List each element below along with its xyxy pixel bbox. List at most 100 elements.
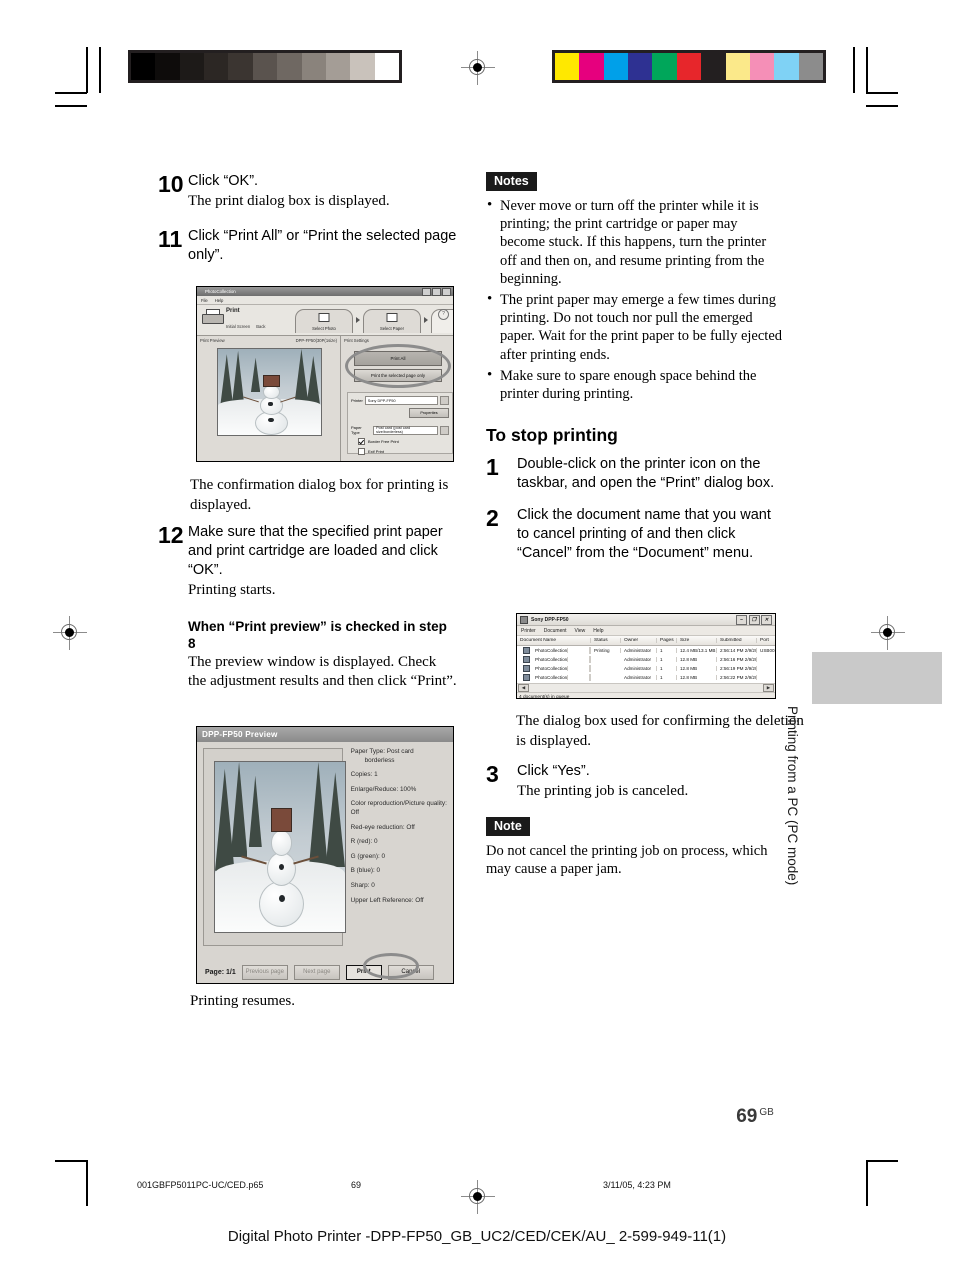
wizard-back-button[interactable]: Back bbox=[256, 324, 265, 329]
note-item: Never move or turn off the printer while… bbox=[486, 196, 786, 288]
printer-icon bbox=[201, 309, 224, 325]
wizard-menu-file[interactable]: File bbox=[201, 298, 208, 303]
scroll-right-arrow-icon[interactable]: ▶ bbox=[763, 684, 774, 692]
maximize-button[interactable]: ❐ bbox=[748, 614, 760, 625]
row-document-name: PhotoCollection bbox=[532, 657, 569, 662]
border-free-print-checkbox[interactable]: Border Free Print bbox=[358, 438, 452, 445]
column-header-owner[interactable]: Owner bbox=[621, 638, 657, 643]
column-header-port[interactable]: Port bbox=[757, 638, 775, 643]
queue-menu-printer[interactable]: Printer bbox=[521, 628, 536, 634]
color-patch-9 bbox=[774, 53, 799, 80]
table-row[interactable]: PhotoCollection Administrator 1 12.8 MB … bbox=[517, 673, 775, 682]
properties-button[interactable]: Properties bbox=[409, 408, 449, 418]
step-12: 12 Make sure that the specified print pa… bbox=[158, 523, 458, 691]
tab-select-photo[interactable]: Select Photo bbox=[295, 309, 353, 333]
preview-setting-green: G (green): 0 bbox=[350, 852, 386, 860]
section-title-to-stop-printing: To stop printing bbox=[486, 425, 618, 446]
next-page-button[interactable]: Next page bbox=[293, 964, 340, 980]
color-patch-7 bbox=[725, 53, 750, 80]
step-12-title: Make sure that the specified print paper… bbox=[188, 524, 443, 578]
column-header-pages[interactable]: Pages bbox=[657, 638, 677, 643]
tab-select-paper[interactable]: Select Paper bbox=[363, 309, 421, 333]
crop-mark-top-left-tick2 bbox=[99, 47, 101, 93]
color-patch-8 bbox=[749, 53, 775, 80]
row-status: Printing bbox=[591, 648, 621, 653]
wizard-preview-panel: Print Preview DPP-FP50(30P(1size) bbox=[197, 336, 341, 461]
stop-step-3: 3 Click “Yes”. The printing job is cance… bbox=[486, 762, 786, 801]
footer-title-line: Digital Photo Printer -DPP-FP50_GB_UC2/C… bbox=[227, 1228, 727, 1245]
printer-row: Printer Sony DPP-FP50 bbox=[348, 393, 452, 405]
row-pages: 1 bbox=[657, 675, 677, 680]
minimize-button[interactable]: – bbox=[736, 614, 747, 625]
table-row[interactable]: PhotoCollection Administrator 1 12.8 MB … bbox=[517, 664, 775, 673]
preview-setting-red: R (red): 0 bbox=[350, 838, 378, 846]
row-port: USB001 bbox=[760, 648, 775, 653]
paper-type-label: Paper Type bbox=[351, 425, 362, 435]
row-size: 12.8 MB bbox=[677, 675, 717, 680]
stop-step-2-title: Click the document name that you want to… bbox=[517, 507, 771, 562]
queue-menu-bar: Printer Document View Help bbox=[517, 626, 775, 636]
color-calibration-bar bbox=[552, 50, 826, 83]
side-tab-label: Printing from a PC (PC mode) bbox=[785, 706, 800, 886]
wizard-menu-help[interactable]: Help bbox=[215, 298, 224, 303]
help-icon[interactable]: ? bbox=[438, 309, 449, 320]
wizard-initial-screen-button[interactable]: Initial Screen bbox=[226, 324, 250, 329]
table-row[interactable]: PhotoCollection Printing Administrator 1… bbox=[517, 646, 775, 655]
step-11-after-text: The confirmation dialog box for printing… bbox=[190, 477, 449, 513]
preview-photo bbox=[214, 761, 346, 933]
row-document-name: PhotoCollection bbox=[532, 648, 569, 653]
printer-dropdown-icon[interactable] bbox=[440, 396, 449, 405]
tab-select-paper-label: Select Paper bbox=[380, 326, 404, 331]
column-header-size[interactable]: Size bbox=[677, 638, 717, 643]
wizard-settings-box: Printer Sony DPP-FP50 Properties Paper T… bbox=[347, 392, 453, 455]
checkbox-checked-icon bbox=[358, 438, 365, 445]
wizard-preview-panel-head: Print Preview DPP-FP50(30P(1size) bbox=[197, 336, 340, 343]
margin-position-pad[interactable] bbox=[453, 406, 454, 427]
stop-step-2: 2 Click the document name that you want … bbox=[486, 506, 786, 563]
printer-select[interactable]: Sony DPP-FP50 bbox=[364, 396, 438, 405]
screenshot-print-queue: Sony DPP-FP50 – ❐ ✕ Printer Document Vie… bbox=[516, 613, 776, 699]
step-10: 10 Click “OK”. The print dialog box is d… bbox=[158, 172, 458, 211]
queue-status-bar: 4 document(s) in queue bbox=[517, 692, 775, 698]
paper-type-select[interactable]: Post card (post card size/borderless) bbox=[373, 425, 439, 435]
wizard-header-bar: Print Initial Screen Back Select Photo S… bbox=[197, 305, 453, 336]
queue-menu-view[interactable]: View bbox=[575, 628, 586, 634]
exif-print-checkbox[interactable]: Exif Print bbox=[358, 448, 452, 455]
color-patch-4 bbox=[652, 53, 677, 80]
stop-step-2-after-text: The dialog box used for confirming the d… bbox=[516, 713, 804, 749]
preview-setting-copies: Copies: 1 bbox=[350, 771, 378, 779]
crop-mark-top-right-vertical bbox=[866, 47, 868, 93]
horizontal-scrollbar[interactable]: ◀ ▶ bbox=[517, 683, 775, 692]
stop-step-3-number: 3 bbox=[486, 761, 499, 787]
tab-arrow-2-icon bbox=[424, 316, 428, 323]
queue-menu-document[interactable]: Document bbox=[544, 628, 567, 634]
row-submitted: 2:56:16 PM 2/9/2005 bbox=[717, 657, 757, 662]
margin-checkbox[interactable]: Margin bbox=[453, 391, 454, 398]
wizard-preview-format: DPP-FP50(30P(1size) bbox=[295, 338, 337, 343]
gray-patch-6 bbox=[277, 53, 302, 80]
wizard-menu-bar: File Help bbox=[197, 296, 453, 305]
grayscale-calibration-bar bbox=[128, 50, 402, 83]
document-icon bbox=[523, 674, 530, 681]
paper-type-dropdown-icon[interactable] bbox=[440, 425, 449, 435]
footer-timestamp: 3/11/05, 4:23 PM bbox=[603, 1180, 671, 1190]
previous-page-button[interactable]: Previous page bbox=[241, 964, 288, 980]
table-row[interactable]: PhotoCollection Administrator 1 12.8 MB … bbox=[517, 655, 775, 664]
column-header-status[interactable]: Status bbox=[591, 638, 621, 643]
queue-menu-help[interactable]: Help bbox=[593, 628, 603, 634]
page-number: 69 GB bbox=[700, 1106, 810, 1128]
gray-patch-5 bbox=[252, 53, 278, 80]
footer-file-name: 001GBFP5011PC-UC/CED.p65 bbox=[137, 1180, 264, 1190]
scroll-left-arrow-icon[interactable]: ◀ bbox=[518, 684, 529, 692]
note-tag: Note bbox=[486, 817, 530, 836]
gray-patch-7 bbox=[301, 53, 326, 80]
wizard-photo-thumbnail bbox=[217, 348, 322, 436]
wizard-title-text: PhotoCollection bbox=[205, 289, 236, 294]
close-button[interactable]: ✕ bbox=[761, 614, 772, 625]
preview-setting-sharp: Sharp: 0 bbox=[350, 881, 375, 889]
stop-step-3-desc: The printing job is canceled. bbox=[517, 783, 689, 799]
crop-mark-top-left-tick bbox=[55, 105, 87, 107]
step-11: 11 Click “Print All” or “Print the selec… bbox=[158, 227, 458, 265]
column-header-submitted[interactable]: Submitted bbox=[717, 638, 757, 643]
column-header-document-name[interactable]: Document Name bbox=[517, 638, 591, 643]
